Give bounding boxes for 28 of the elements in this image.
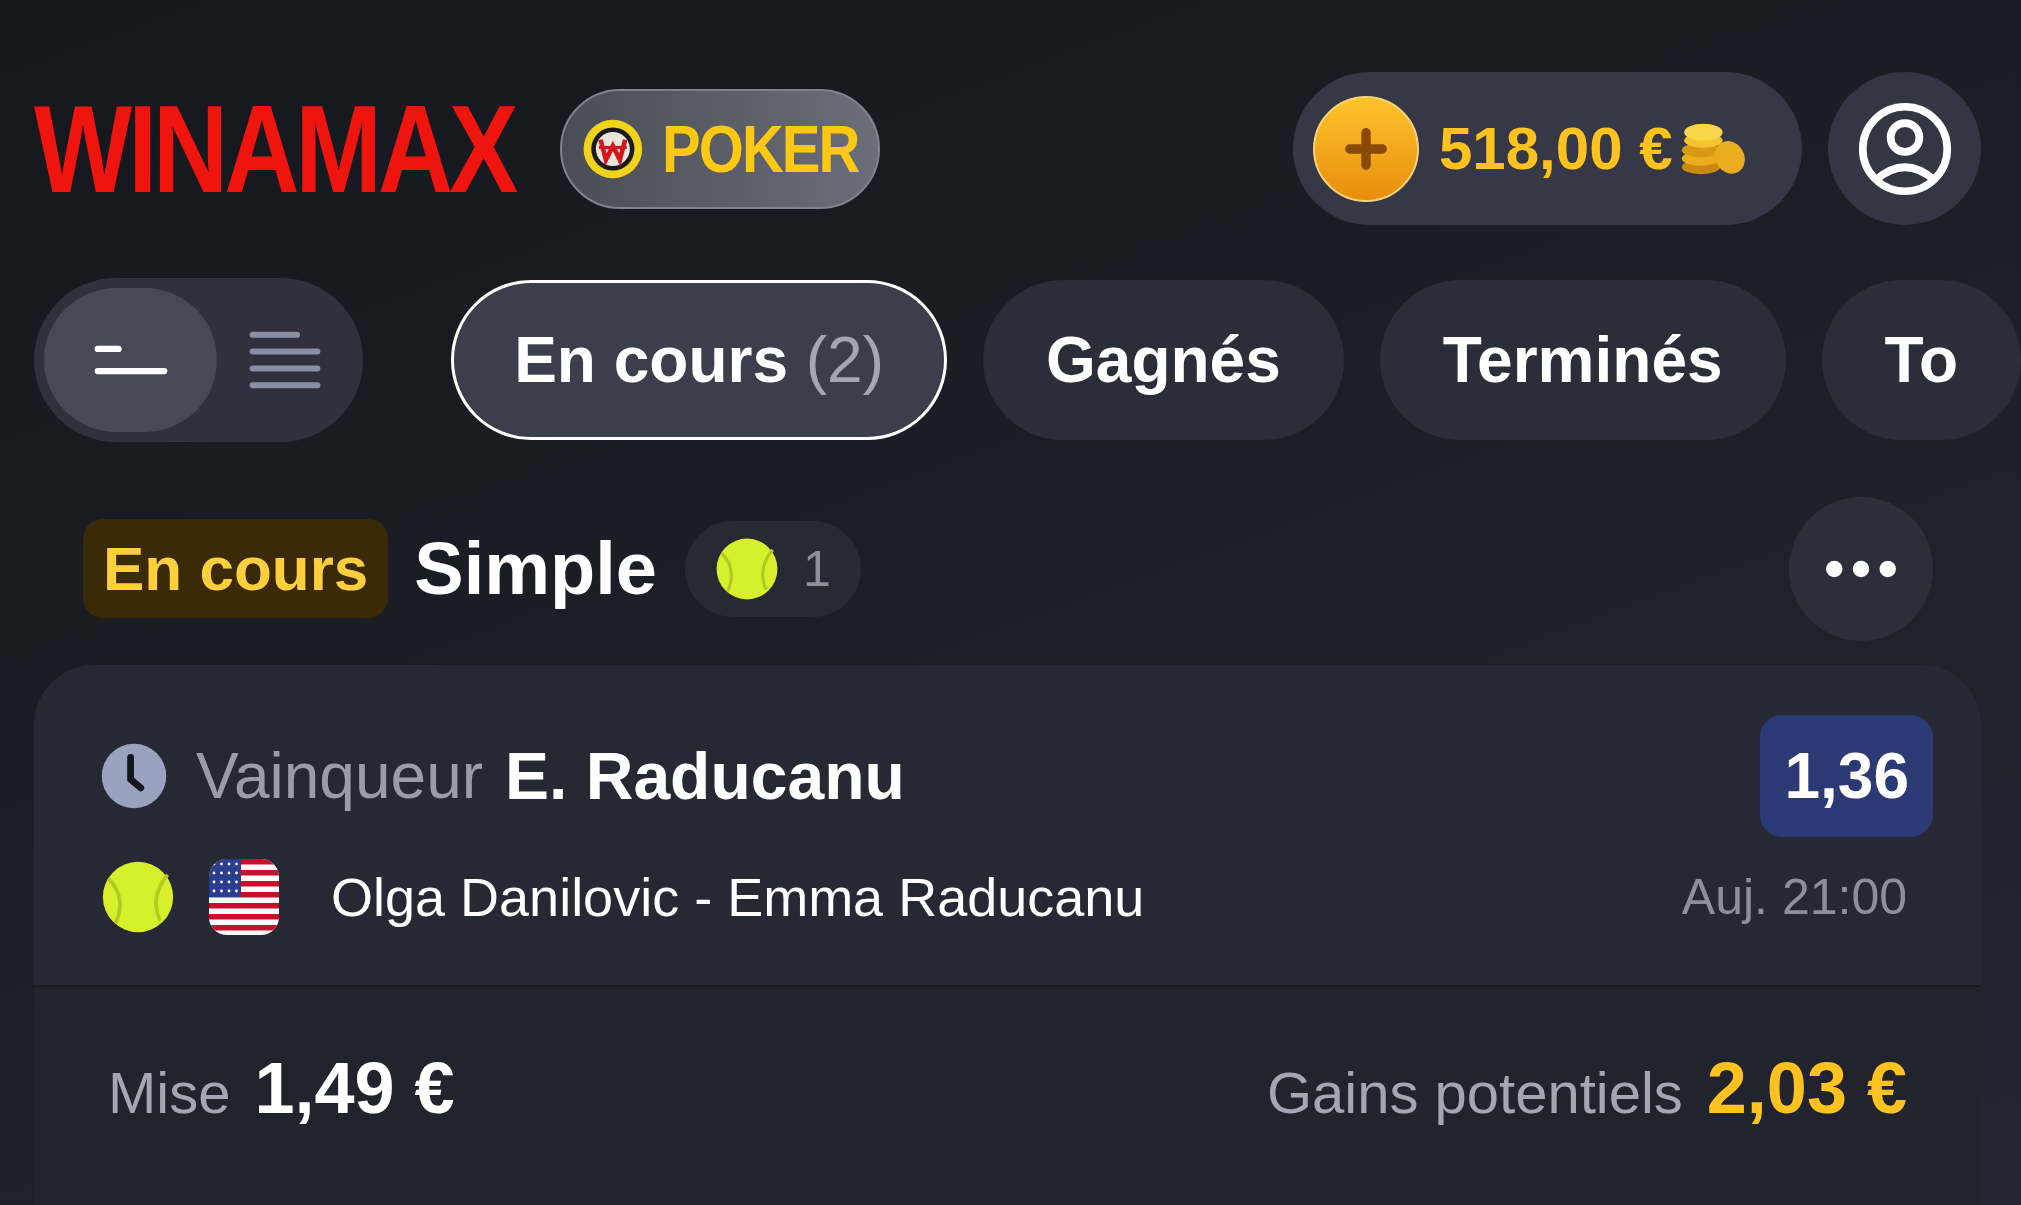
logo[interactable]: WINAMAX xyxy=(34,86,515,211)
bet-type: Simple xyxy=(414,526,657,611)
more-icon xyxy=(1825,558,1897,579)
balance-pill[interactable]: 518,00 € xyxy=(1293,72,1802,225)
user-icon xyxy=(1856,100,1953,197)
poker-button[interactable]: POKER xyxy=(560,88,881,209)
filter-tab[interactable]: En cours (2) xyxy=(451,280,947,440)
winnings-label: Gains potentiels xyxy=(1266,1059,1683,1126)
view-option[interactable] xyxy=(44,288,217,432)
balance-amount: 518,00 € xyxy=(1439,114,1673,183)
clock-icon xyxy=(100,742,168,810)
bet-pick: E. Raducanu xyxy=(505,738,905,814)
tennis-ball-icon xyxy=(101,860,175,934)
winnings-amount: 2,03 € xyxy=(1706,1047,1907,1129)
sport-count: 1 xyxy=(802,539,831,598)
match-name: Olga Danilovic - Emma Raducanu xyxy=(331,866,1145,928)
status-badge: En cours xyxy=(83,519,389,618)
bet-market: Vainqueur xyxy=(196,739,484,813)
filter-tab[interactable]: Terminés xyxy=(1379,280,1786,440)
flag-icon xyxy=(209,859,279,935)
tennis-ball-icon xyxy=(714,536,779,601)
odds-badge: 1,36 xyxy=(1760,715,1933,837)
list-view-icon xyxy=(248,330,323,390)
stake-amount: 1,49 € xyxy=(254,1047,455,1129)
match-time: Auj. 21:00 xyxy=(1681,868,1907,926)
stake-label: Mise xyxy=(108,1059,231,1126)
filter-tab[interactable]: To xyxy=(1821,280,2021,440)
filter-tab[interactable]: Gagnés xyxy=(983,280,1344,440)
